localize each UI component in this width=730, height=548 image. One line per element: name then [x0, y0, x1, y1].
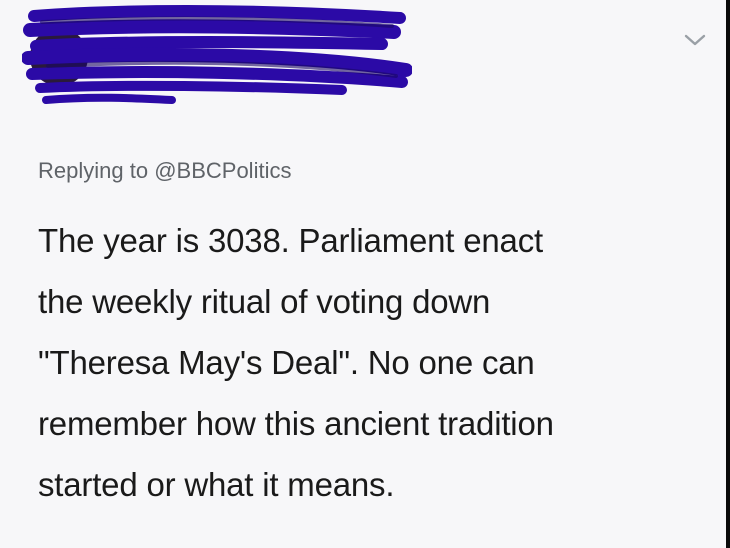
tweet-card: Replying to @BBCPolitics The year is 303…	[0, 0, 726, 548]
reply-handle-link[interactable]: @BBCPolitics	[154, 158, 291, 183]
tweet-text-line: "Theresa May's Deal". No one can	[38, 344, 535, 381]
chevron-down-icon[interactable]	[684, 32, 706, 48]
replying-to: Replying to @BBCPolitics	[38, 158, 291, 184]
tweet-text-line: The year is 3038. Parliament enact	[38, 222, 543, 259]
tweet-text-line: started or what it means.	[38, 466, 395, 503]
tweet-text-line: remember how this ancient tradition	[38, 405, 554, 442]
redaction-scribble	[22, 5, 412, 104]
replying-to-label: Replying to	[38, 158, 149, 183]
tweet-text: The year is 3038. Parliament enact the w…	[38, 210, 698, 515]
tweet-text-line: the weekly ritual of voting down	[38, 283, 491, 320]
screenshot-edge	[726, 0, 730, 548]
